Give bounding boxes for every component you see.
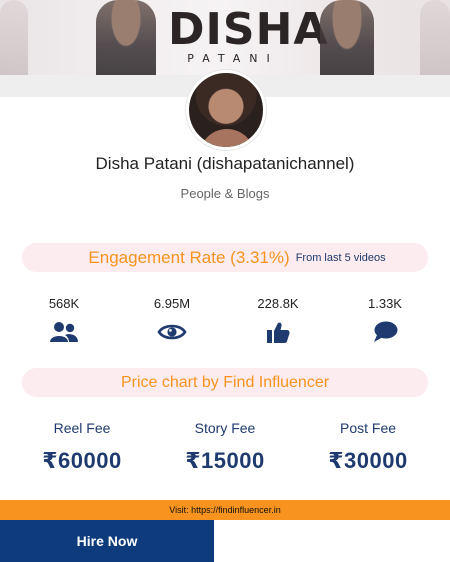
banner-photo-edge-right <box>420 0 450 75</box>
users-icon <box>50 322 78 342</box>
engagement-rate-pill: Engagement Rate (3.31%) From last 5 vide… <box>22 243 428 272</box>
stat-value: 568K <box>48 296 80 311</box>
hire-now-button[interactable]: Hire Now <box>0 520 214 562</box>
fee-label: Story Fee <box>194 420 256 436</box>
fee-label: Post Fee <box>339 420 397 436</box>
stat-comments: 1.33K <box>340 296 430 344</box>
banner-brand-subtitle: PATANI <box>187 52 279 65</box>
fee-amount: ₹30000 <box>328 448 408 473</box>
fee-story: Story Fee ₹15000 <box>165 420 285 474</box>
engagement-rate-note: From last 5 videos <box>295 251 386 264</box>
banner-photo-left <box>96 0 156 75</box>
stats-row: 568K 6.95M 228.8K 1.33K <box>0 296 450 351</box>
banner-photo-edge-left <box>0 0 28 75</box>
stat-views: 6.95M <box>127 296 217 344</box>
stat-value: 6.95M <box>153 296 191 311</box>
banner-photo-right <box>320 0 374 75</box>
fee-amount: ₹60000 <box>42 448 122 473</box>
eye-icon <box>157 324 187 340</box>
comment-icon <box>374 321 398 342</box>
fee-reel: Reel Fee ₹60000 <box>22 420 142 474</box>
fee-label: Reel Fee <box>53 420 111 436</box>
profile-category: People & Blogs <box>180 186 270 201</box>
price-chart-pill: Price chart by Find Influencer <box>22 368 428 397</box>
engagement-rate-title: Engagement Rate (3.31%) <box>88 247 290 267</box>
fee-post: Post Fee ₹30000 <box>308 420 428 474</box>
fee-amount: ₹15000 <box>185 448 265 473</box>
banner-brand-name: DISHA <box>168 4 329 55</box>
avatar-photo <box>199 129 255 147</box>
stat-value: 228.8K <box>257 296 299 311</box>
stat-likes: 228.8K <box>233 296 323 344</box>
profile-name: Disha Patani (dishapatanichannel) <box>95 154 355 173</box>
avatar <box>186 70 266 150</box>
stat-subscribers: 568K <box>19 296 109 344</box>
profile-banner: DISHA PATANI <box>0 0 450 75</box>
price-chart-title: Price chart by Find Influencer <box>120 373 330 391</box>
visit-link[interactable]: Visit: https://findinfluencer.in <box>0 500 450 520</box>
thumbs-up-icon <box>267 322 290 343</box>
fees-row: Reel Fee ₹60000 Story Fee ₹15000 Post Fe… <box>0 420 450 480</box>
stat-value: 1.33K <box>368 296 402 311</box>
